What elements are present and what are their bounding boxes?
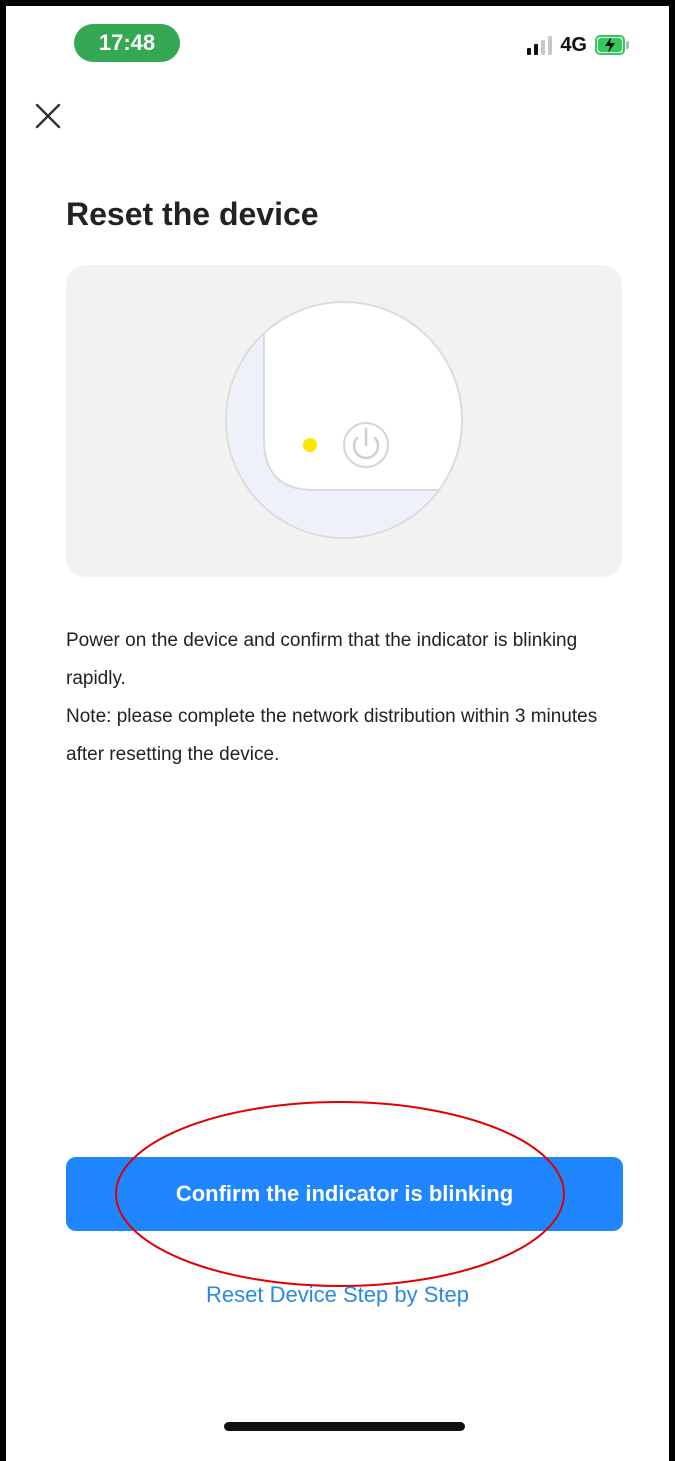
status-indicators: 4G: [527, 30, 629, 60]
battery-charging-icon: [595, 35, 629, 55]
instructions-text: Power on the device and confirm that the…: [66, 622, 626, 774]
reset-step-by-step-link[interactable]: Reset Device Step by Step: [0, 1282, 675, 1308]
note-line: Note: please complete the network distri…: [66, 706, 598, 765]
indicator-light: [303, 438, 317, 452]
status-time: 17:48: [74, 24, 180, 62]
confirm-indicator-blinking-button[interactable]: Confirm the indicator is blinking: [66, 1157, 623, 1231]
network-type: 4G: [560, 33, 587, 56]
page-title: Reset the device: [66, 196, 319, 232]
instruction-line: Power on the device and confirm that the…: [66, 630, 578, 689]
device-illustration: [66, 265, 622, 577]
home-indicator[interactable]: [224, 1422, 465, 1431]
signal-icon: [527, 35, 553, 55]
close-icon: [35, 103, 61, 129]
close-button[interactable]: [30, 98, 66, 134]
